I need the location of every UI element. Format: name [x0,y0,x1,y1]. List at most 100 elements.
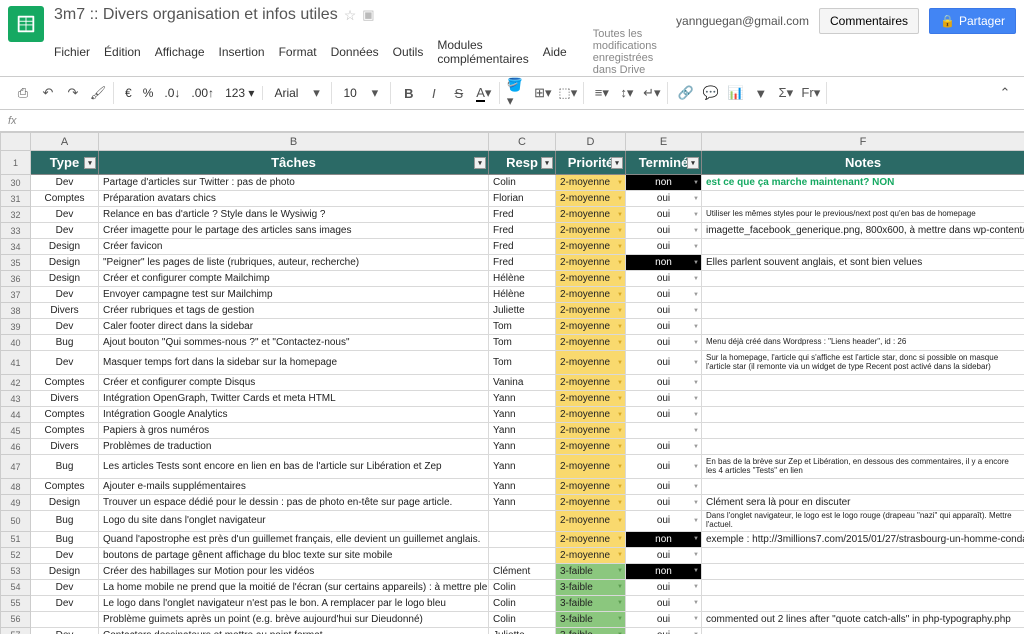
header-taches[interactable]: Tâches▾ [99,151,489,175]
cell-termine[interactable]: oui▼ [626,335,702,351]
cell-priority[interactable]: 3-faible▼ [556,611,626,627]
dropdown-arrow-icon[interactable]: ▼ [693,324,699,330]
cell-termine[interactable]: ▼ [626,423,702,439]
dropdown-arrow-icon[interactable]: ▼ [693,292,699,298]
spreadsheet-grid[interactable]: A B C D E F 1 Type▾ Tâches▾ Resp▾ Priori… [0,132,1024,634]
cell-priority[interactable]: 2-moyenne▼ [556,495,626,511]
row-number[interactable]: 30 [1,175,31,191]
dropdown-arrow-icon[interactable]: ▼ [693,552,699,558]
menu-aide[interactable]: Aide [543,45,567,59]
increase-decimal-button[interactable]: .00↑ [187,86,218,100]
row-number[interactable]: 50 [1,511,31,532]
header-resp[interactable]: Resp▾ [489,151,556,175]
cell-resp[interactable] [489,511,556,532]
row-number[interactable]: 33 [1,223,31,239]
cell-task[interactable]: Caler footer direct dans la sidebar [99,319,489,335]
wrap-button[interactable]: ↵▾ [641,82,663,104]
cell-resp[interactable]: Yann [489,407,556,423]
insert-comment-icon[interactable]: 💬 [700,82,722,104]
cell-task[interactable]: Créer imagette pour le partage des artic… [99,223,489,239]
cell-type[interactable]: Comptes [31,375,99,391]
cell-note[interactable]: Dans l'onglet navigateur, le logo est le… [702,511,1024,532]
cell-type[interactable]: Bug [31,335,99,351]
more-formats-button[interactable]: 123 ▾ [221,86,258,100]
valign-button[interactable]: ↕▾ [616,82,638,104]
cell-task[interactable]: Relance en bas d'article ? Style dans le… [99,207,489,223]
cell-termine[interactable]: non▼ [626,175,702,191]
dropdown-arrow-icon[interactable]: ▼ [617,308,623,314]
header-type[interactable]: Type▾ [31,151,99,175]
filter-dropdown-icon[interactable]: ▾ [84,157,96,169]
cell-note[interactable] [702,191,1024,207]
cell-resp[interactable]: Clément [489,563,556,579]
dropdown-arrow-icon[interactable]: ▼ [617,228,623,234]
dropdown-arrow-icon[interactable]: ▼ [617,180,623,186]
menu-modules[interactable]: Modules complémentaires [437,38,528,66]
cell-priority[interactable]: 2-moyenne▼ [556,319,626,335]
row-number[interactable]: 52 [1,547,31,563]
font-select[interactable]: Arial [270,86,302,100]
cell-resp[interactable]: Vanina [489,375,556,391]
dropdown-arrow-icon[interactable]: ▼ [617,196,623,202]
dropdown-arrow-icon[interactable]: ▼ [617,500,623,506]
percent-button[interactable]: % [139,86,158,100]
cell-task[interactable]: Créer des habillages sur Motion pour les… [99,563,489,579]
cell-resp[interactable]: Fred [489,255,556,271]
menu-insertion[interactable]: Insertion [219,45,265,59]
cell-resp[interactable]: Colin [489,611,556,627]
cell-priority[interactable]: 2-moyenne▼ [556,175,626,191]
cell-termine[interactable]: oui▼ [626,479,702,495]
cell-type[interactable]: Design [31,255,99,271]
cell-note[interactable] [702,271,1024,287]
cell-resp[interactable] [489,547,556,563]
cell-type[interactable]: Dev [31,627,99,634]
document-title[interactable]: 3m7 :: Divers organisation et infos util… [54,6,338,24]
dropdown-arrow-icon[interactable]: ▼ [693,212,699,218]
cell-type[interactable]: Dev [31,223,99,239]
cell-note[interactable] [702,375,1024,391]
row-number[interactable]: 32 [1,207,31,223]
cell-task[interactable]: Créer rubriques et tags de gestion [99,303,489,319]
cell-priority[interactable]: 2-moyenne▼ [556,407,626,423]
cell-termine[interactable]: oui▼ [626,375,702,391]
cell-task[interactable]: Quand l'apostrophe est près d'un guillem… [99,531,489,547]
row-number[interactable]: 34 [1,239,31,255]
col-header-f[interactable]: F [702,133,1024,151]
cell-termine[interactable]: oui▼ [626,223,702,239]
cell-task[interactable]: Créer favicon [99,239,489,255]
cell-note[interactable]: Utiliser les mêmes styles pour le previo… [702,207,1024,223]
dropdown-arrow-icon[interactable]: ▼ [693,340,699,346]
cell-resp[interactable]: Colin [489,595,556,611]
print-icon[interactable]: ⎙ [12,82,34,104]
dropdown-arrow-icon[interactable]: ▼ [693,180,699,186]
cell-task[interactable]: Les articles Tests sont encore en lien e… [99,455,489,479]
formula-input[interactable] [25,114,1016,128]
cell-resp[interactable]: Fred [489,223,556,239]
cell-note[interactable] [702,479,1024,495]
cell-priority[interactable]: 2-moyenne▼ [556,455,626,479]
row-number[interactable]: 36 [1,271,31,287]
row-number[interactable]: 53 [1,563,31,579]
cell-termine[interactable]: oui▼ [626,595,702,611]
currency-button[interactable]: € [121,86,136,100]
dropdown-arrow-icon[interactable]: ▼ [617,600,623,606]
cell-task[interactable]: Le logo dans l'onglet navigateur n'est p… [99,595,489,611]
row-number[interactable]: 37 [1,287,31,303]
dropdown-arrow-icon[interactable]: ▼ [693,380,699,386]
text-color-button[interactable]: A ▾ [473,82,495,104]
cell-termine[interactable]: oui▼ [626,547,702,563]
dropdown-arrow-icon[interactable]: ▼ [693,308,699,314]
dropdown-arrow-icon[interactable]: ▼ [617,616,623,622]
cell-priority[interactable]: 2-moyenne▼ [556,375,626,391]
filter-dropdown-icon[interactable]: ▾ [474,157,486,169]
dropdown-arrow-icon[interactable]: ▼ [693,500,699,506]
cell-task[interactable]: Créer et configurer compte Disqus [99,375,489,391]
row-number[interactable]: 41 [1,351,31,375]
menu-edition[interactable]: Édition [104,45,141,59]
cell-type[interactable]: Dev [31,175,99,191]
cell-type[interactable]: Divers [31,391,99,407]
cell-type[interactable]: Comptes [31,423,99,439]
row-number[interactable]: 42 [1,375,31,391]
borders-button[interactable]: ⊞▾ [532,82,554,104]
cell-termine[interactable]: oui▼ [626,391,702,407]
